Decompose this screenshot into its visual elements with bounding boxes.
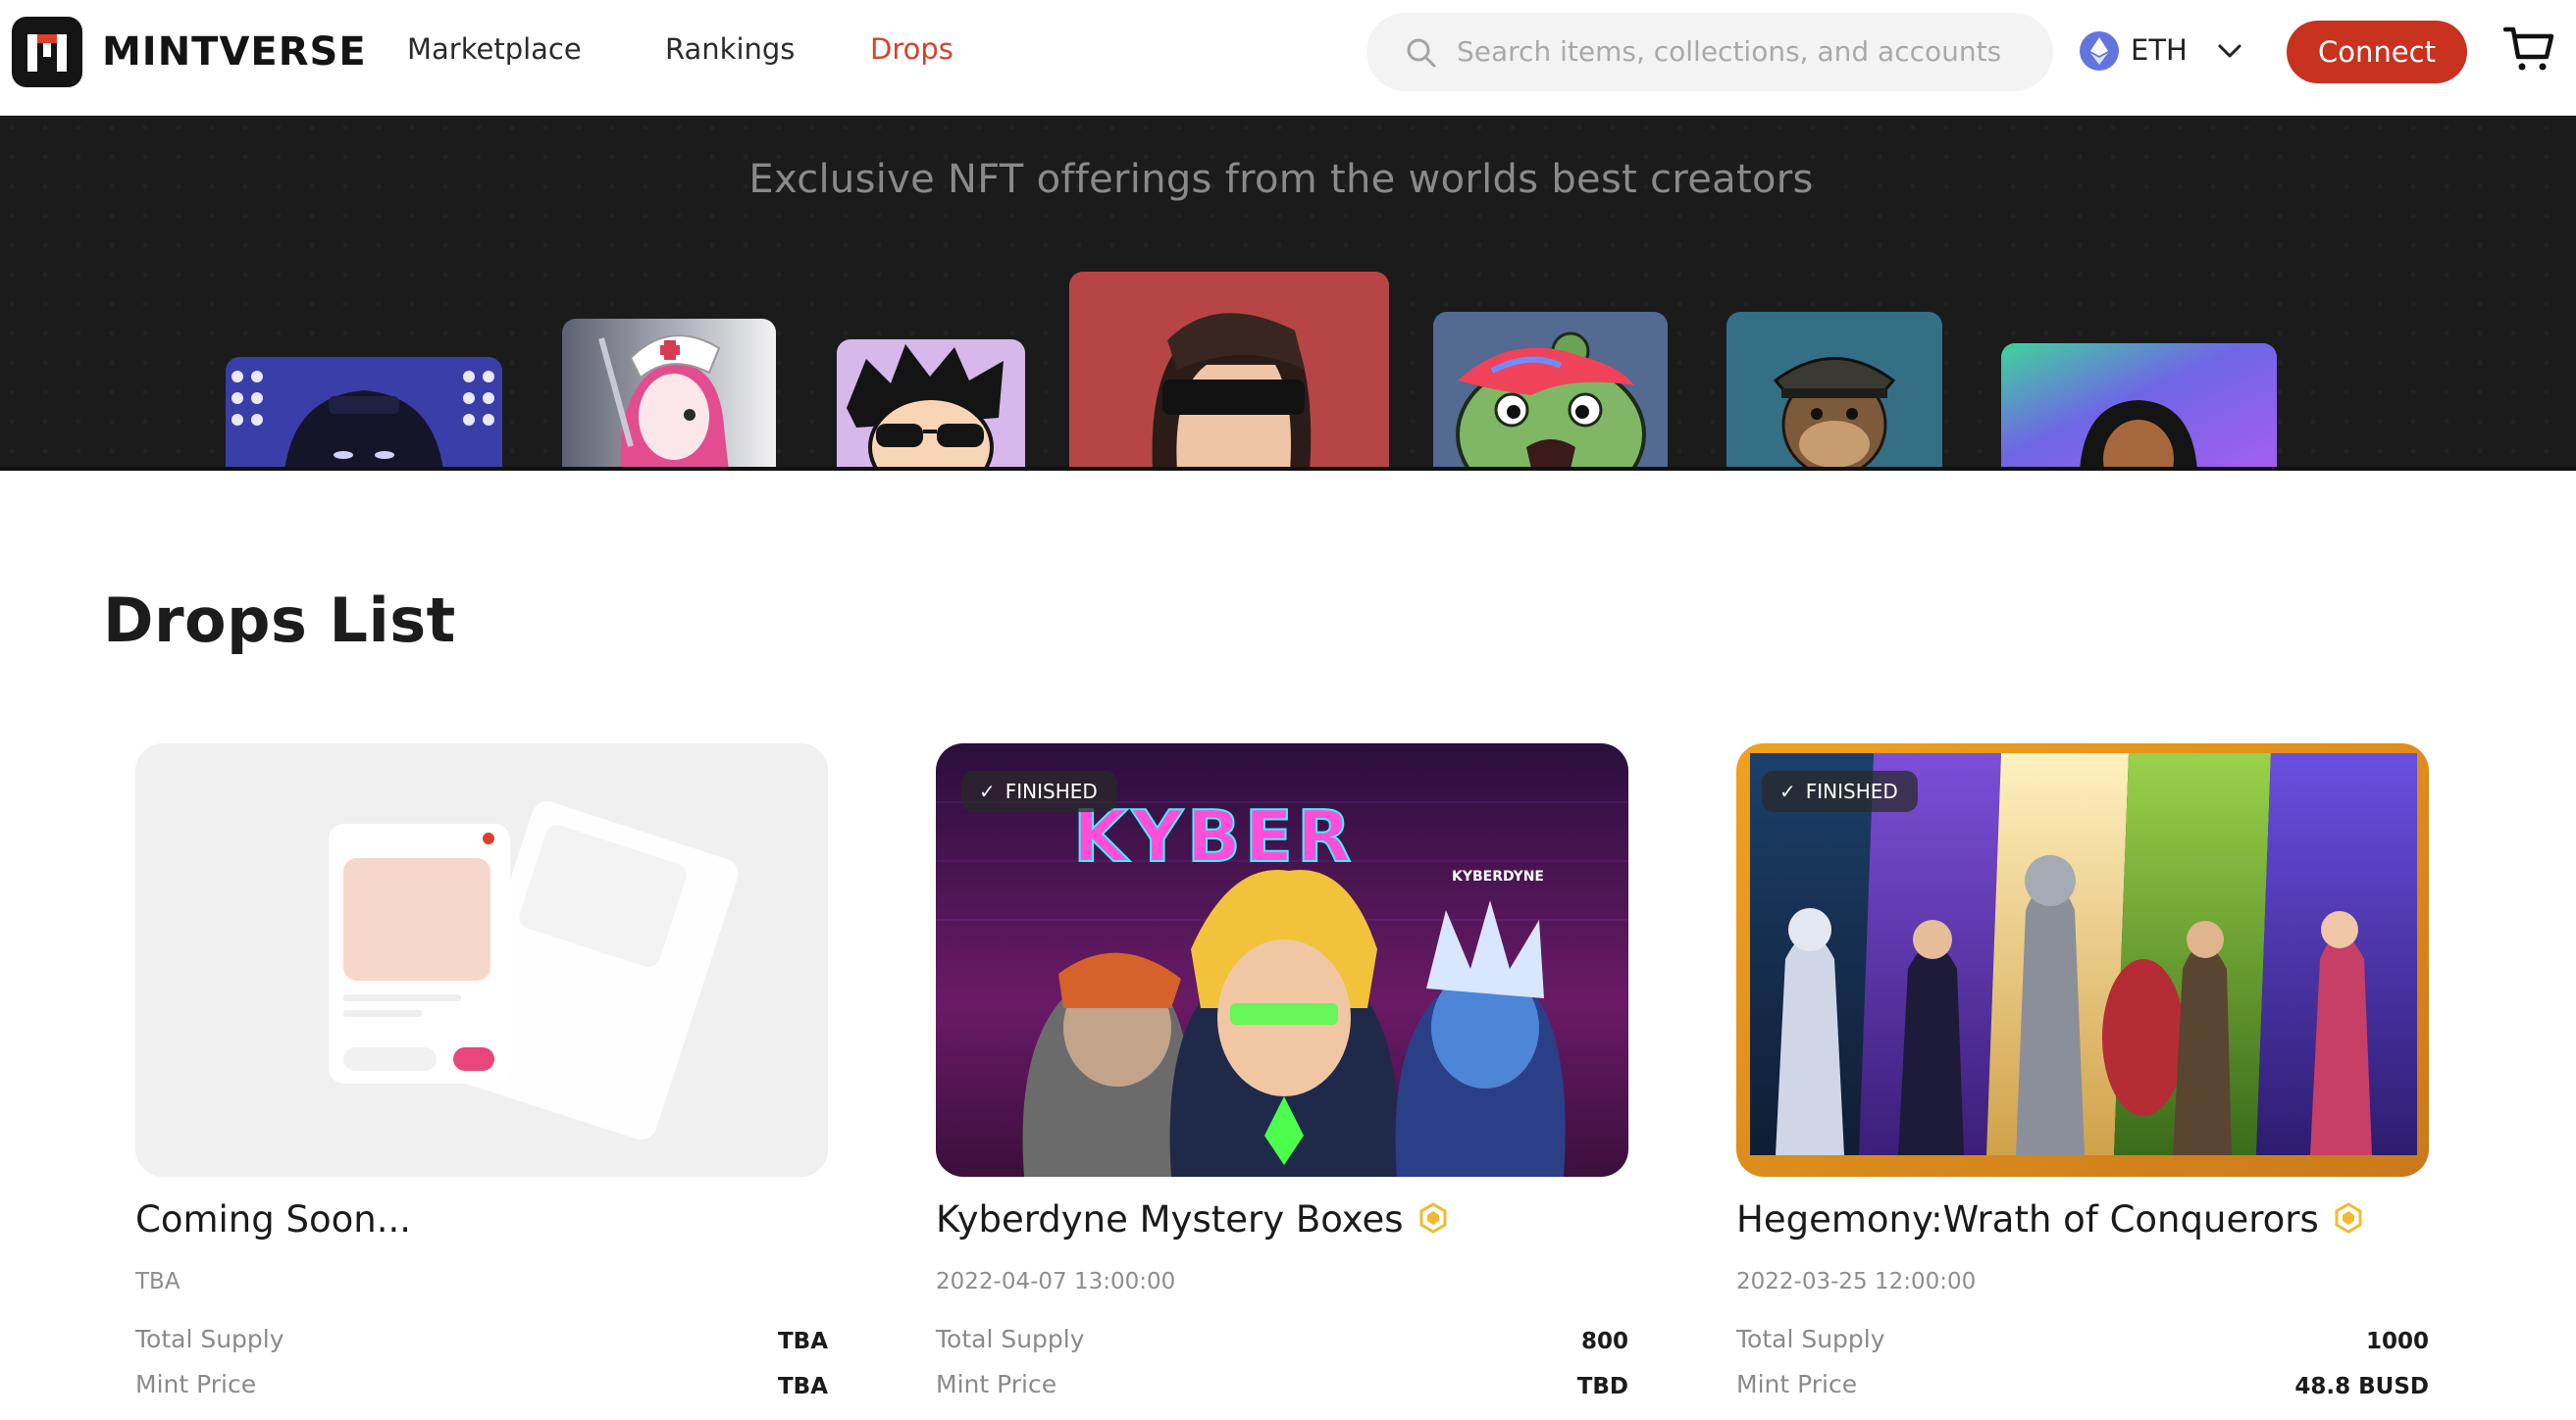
check-icon: ✓ bbox=[1779, 780, 1796, 803]
logo-icon[interactable] bbox=[12, 17, 82, 87]
drop-thumbnail-woman-gradient[interactable] bbox=[2001, 343, 2277, 471]
drop-thumbnail-captain-ape[interactable] bbox=[1726, 312, 1942, 471]
drop-card-date: 2022-04-07 13:00:00 bbox=[936, 1269, 1176, 1294]
connect-wallet-button[interactable]: Connect bbox=[2287, 21, 2467, 83]
mint-price-label: Mint Price bbox=[1736, 1370, 1858, 1398]
mint-price-label: Mint Price bbox=[135, 1370, 257, 1398]
drop-card-title[interactable]: Hegemony:Wrath of Conquerors bbox=[1736, 1198, 2364, 1241]
nav-marketplace[interactable]: Marketplace bbox=[407, 32, 582, 66]
total-supply-label: Total Supply bbox=[936, 1325, 1085, 1353]
drop-thumbnail-nurse-girl[interactable] bbox=[562, 319, 776, 471]
drop-thumbnail-hooded-figure[interactable] bbox=[226, 357, 502, 471]
nav-drops[interactable]: Drops bbox=[870, 32, 953, 66]
svg-text:KYBER: KYBER bbox=[1073, 795, 1355, 878]
drop-card-hegemony[interactable]: ✓ FINISHED Hegemony:Wrath of Conquerors 2… bbox=[1736, 743, 2429, 1420]
kyberdyne-banner-text: KYBERDYNE bbox=[1452, 869, 1544, 885]
mint-price-value: 48.8 BUSD bbox=[2294, 1374, 2429, 1399]
drop-card-title[interactable]: Kyberdyne Mystery Boxes bbox=[936, 1198, 1449, 1241]
hero-banner: Exclusive NFT offerings from the worlds … bbox=[0, 116, 2576, 471]
drop-card-image[interactable] bbox=[135, 743, 828, 1177]
drop-card-coming-soon[interactable]: Coming Soon... TBA Total Supply TBA Mint… bbox=[135, 743, 828, 1420]
chain-label: ETH bbox=[2131, 33, 2188, 67]
total-supply-value: TBA bbox=[777, 1329, 828, 1354]
drop-card-date: 2022-03-25 12:00:00 bbox=[1736, 1269, 1977, 1294]
drop-card-kyberdyne[interactable]: KYBER KYBERDYNE ✓ FINISHED Kyberdyne Myst… bbox=[936, 743, 1628, 1420]
drop-card-title-text[interactable]: Hegemony:Wrath of Conquerors bbox=[1736, 1198, 2319, 1241]
bnb-chain-icon bbox=[1419, 1201, 1447, 1234]
status-badge: ✓ FINISHED bbox=[961, 771, 1117, 812]
bnb-chain-icon bbox=[2335, 1201, 2362, 1234]
drops-list-title: Drops List bbox=[103, 584, 456, 656]
total-supply-label: Total Supply bbox=[135, 1325, 284, 1353]
chevron-down-icon[interactable] bbox=[2215, 39, 2244, 63]
hero-divider bbox=[0, 467, 2576, 471]
status-badge: ✓ FINISHED bbox=[1762, 771, 1918, 812]
search-input[interactable] bbox=[1457, 26, 2026, 76]
search-icon bbox=[1407, 38, 1436, 68]
mint-price-value: TBD bbox=[1576, 1374, 1628, 1399]
drop-card-title[interactable]: Coming Soon... bbox=[135, 1198, 411, 1241]
nav-rankings[interactable]: Rankings bbox=[665, 32, 795, 66]
search-bar[interactable] bbox=[1366, 13, 2053, 91]
drop-card-date: TBA bbox=[135, 1269, 180, 1294]
drop-thumbnail-sunglasses-boy[interactable] bbox=[837, 339, 1025, 471]
top-header: MINTVERSE Marketplace Rankings Drops ETH… bbox=[0, 0, 2576, 116]
logo-text[interactable]: MINTVERSE bbox=[102, 29, 367, 75]
total-supply-value: 1000 bbox=[2365, 1329, 2429, 1354]
drop-card-image[interactable]: KYBER KYBERDYNE ✓ FINISHED bbox=[936, 743, 1628, 1177]
cart-icon[interactable] bbox=[2503, 25, 2554, 73]
chain-selector[interactable]: ETH bbox=[2080, 27, 2207, 76]
drop-thumbnail-masked-man[interactable] bbox=[1069, 272, 1389, 471]
mint-price-value: TBA bbox=[777, 1374, 828, 1399]
mint-price-label: Mint Price bbox=[936, 1370, 1057, 1398]
check-icon: ✓ bbox=[979, 780, 996, 803]
drop-card-image[interactable]: ✓ FINISHED bbox=[1736, 743, 2429, 1177]
total-supply-value: 800 bbox=[1580, 1329, 1628, 1354]
hero-title: Exclusive NFT offerings from the worlds … bbox=[748, 157, 1814, 202]
drop-card-title-text[interactable]: Kyberdyne Mystery Boxes bbox=[936, 1198, 1404, 1241]
ethereum-icon bbox=[2080, 31, 2119, 71]
drop-thumbnail-green-monster[interactable] bbox=[1433, 312, 1668, 471]
total-supply-label: Total Supply bbox=[1736, 1325, 1885, 1353]
